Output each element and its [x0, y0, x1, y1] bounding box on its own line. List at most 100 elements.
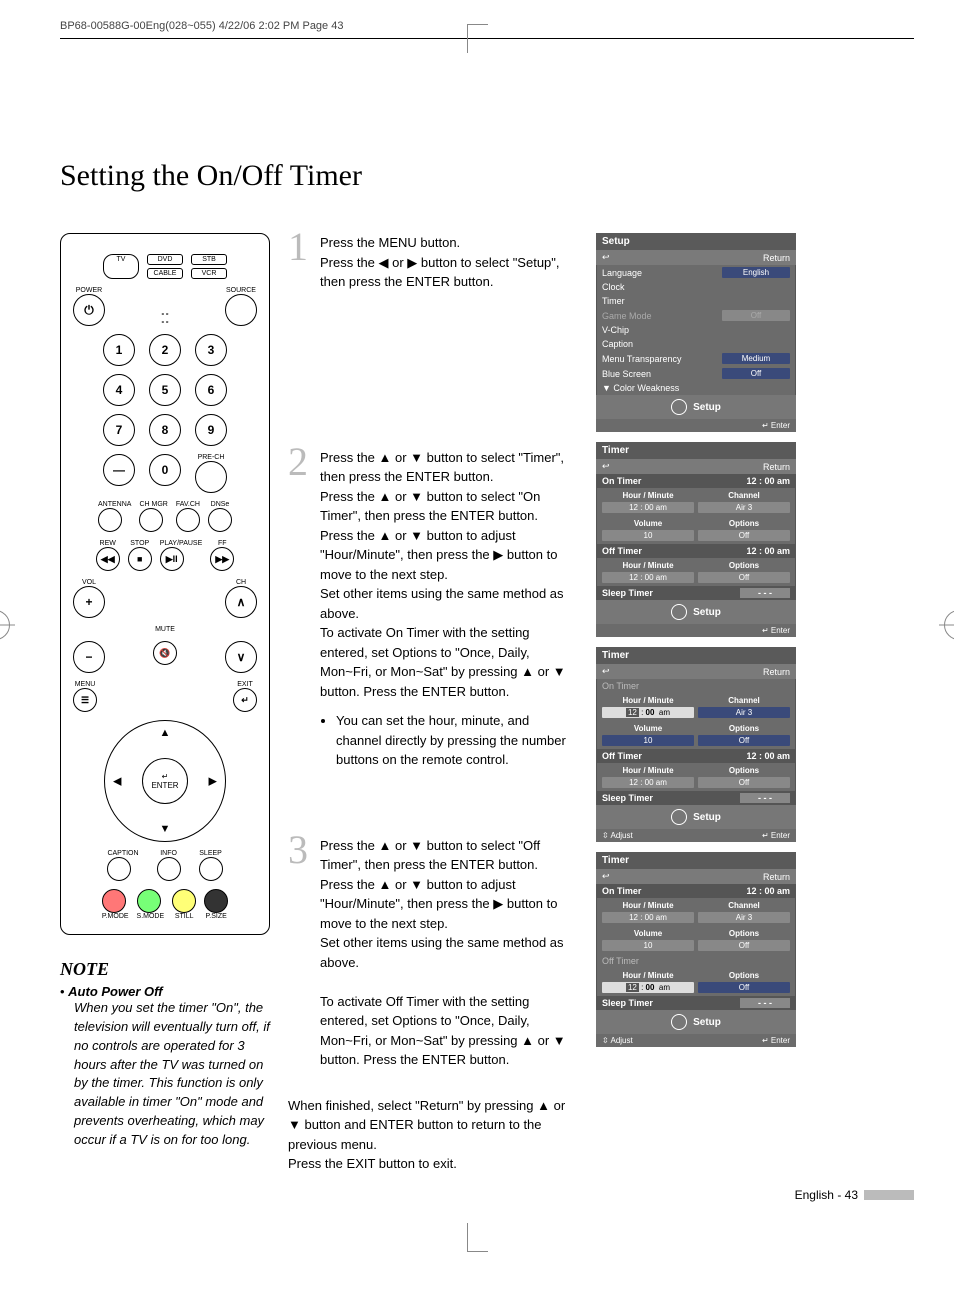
step-2: 2 Press the ▲ or ▼ button to select "Tim…	[288, 448, 578, 770]
osd-sleep: Sleep Timer	[602, 793, 653, 803]
antenna-label: ANTENNA	[98, 501, 131, 508]
osd-vol-val: 10	[602, 735, 694, 746]
step-1-num: 1	[288, 233, 312, 292]
rew-label: REW	[96, 540, 120, 547]
vol-up: +	[73, 586, 105, 618]
osd-hm2-hdr: Hour / Minute	[602, 561, 694, 570]
remote-control-diagram: TV DVD CABLE STB VCR POWER⏻ ∘∘∘∘ SOURCE …	[60, 233, 270, 935]
osd-enter-hint: Enter	[771, 626, 790, 635]
osd-blue-val: Off	[722, 368, 790, 379]
osd-timer-b: Timer ↩ Return On Timer Hour / Minute12 …	[596, 647, 796, 842]
power-label: POWER	[73, 287, 105, 294]
pmode-label: P.MODE	[102, 913, 129, 920]
osd-opt-val: Off	[698, 735, 790, 746]
registration-mark-right	[944, 610, 954, 640]
osd-opt-hdr: Options	[698, 929, 790, 938]
osd-return: Return	[763, 462, 790, 472]
osd-vol-hdr: Volume	[602, 724, 694, 733]
osd-timer-title: Timer	[596, 852, 796, 869]
down-arrow: ▼	[160, 823, 171, 835]
psize-button	[204, 889, 228, 913]
osd-clock: Clock	[602, 282, 625, 292]
osd-lang-val: English	[722, 267, 790, 278]
sleep-button	[199, 857, 223, 881]
osd-foot-setup: Setup	[693, 402, 721, 413]
osd-opt2-hdr: Options	[698, 971, 790, 980]
osd-trans-val: Medium	[722, 353, 790, 364]
osd-opt2-hdr: Options	[698, 561, 790, 570]
osd-opt-hdr: Options	[698, 724, 790, 733]
osd-timer-title: Timer	[596, 442, 796, 459]
osd-sleep: Sleep Timer	[602, 998, 653, 1008]
osd-sleep: Sleep Timer	[602, 588, 653, 598]
osd-adjust-hint: Adjust	[610, 831, 632, 840]
osd-color: ▼ Color Weakness	[602, 383, 679, 393]
osd-return: Return	[763, 667, 790, 677]
page-title: Setting the On/Off Timer	[60, 159, 914, 193]
step-3: 3 Press the ▲ or ▼ button to select "Off…	[288, 836, 578, 1070]
prech-label: PRE-CH	[195, 454, 227, 461]
exit-label: EXIT	[233, 681, 257, 688]
osd-hm2-val: 12 : 00 am	[602, 982, 694, 993]
info-button	[157, 857, 181, 881]
osd-hm-val: 12 : 00 am	[602, 707, 694, 718]
osd-enter-hint: Enter	[771, 421, 790, 430]
osd-opt-hdr: Options	[698, 519, 790, 528]
osd-vol-hdr: Volume	[602, 929, 694, 938]
menu-button: ☰	[73, 688, 97, 712]
osd-foot: Setup	[693, 607, 721, 618]
num-9: 9	[195, 414, 227, 446]
ch-label: CH	[225, 579, 257, 586]
osd-offtimer: Off Timer	[602, 751, 642, 761]
dnse-button	[208, 508, 232, 532]
step-1: 1 Press the MENU button. Press the ◀ or …	[288, 233, 578, 292]
osd-opt2-hdr: Options	[698, 766, 790, 775]
osd-ch-hdr: Channel	[698, 491, 790, 500]
osd-vol-val: 10	[602, 530, 694, 541]
crop-mark-bottom	[467, 1223, 488, 1252]
osd-hm-hdr: Hour / Minute	[602, 901, 694, 910]
play-label: PLAY/PAUSE	[160, 540, 203, 547]
prech-button	[195, 461, 227, 493]
finish-text: When finished, select "Return" by pressi…	[288, 1096, 578, 1174]
mute-button: 🔇	[153, 641, 177, 665]
info-label: INFO	[157, 850, 181, 857]
mute-label: MUTE	[155, 626, 175, 633]
num-3: 3	[195, 334, 227, 366]
psize-label: P.SIZE	[204, 913, 228, 920]
num-1: 1	[103, 334, 135, 366]
ch-up: ∧	[225, 586, 257, 618]
still-button	[172, 889, 196, 913]
osd-ch-val: Air 3	[698, 502, 790, 513]
osd-ontimer-val: 12 : 00 am	[746, 886, 790, 896]
num-7: 7	[103, 414, 135, 446]
smode-button	[137, 889, 161, 913]
gear-icon	[671, 1014, 687, 1030]
osd-return: Return	[763, 872, 790, 882]
favch-button	[176, 508, 200, 532]
osd-offtimer-val: 12 : 00 am	[746, 751, 790, 761]
enter-button: ↵ENTER	[142, 758, 188, 804]
osd-timer-a: Timer ↩ Return On Timer12 : 00 am Hour /…	[596, 442, 796, 637]
caption-button	[107, 857, 131, 881]
osd-foot: Setup	[693, 1017, 721, 1028]
dnse-label: DNSe	[208, 501, 232, 508]
osd-sleep-val: - - -	[740, 998, 790, 1008]
osd-sleep-val: - - -	[740, 588, 790, 598]
up-arrow: ▲	[160, 727, 171, 739]
osd-hm2-hdr: Hour / Minute	[602, 971, 694, 980]
source-label: SOURCE	[225, 287, 257, 294]
antenna-button	[98, 508, 122, 532]
num-5: 5	[149, 374, 181, 406]
osd-hm-val: 12 : 00 am	[602, 912, 694, 923]
play-button: ▶II	[160, 547, 184, 571]
num-0: 0	[149, 454, 181, 486]
osd-enter-hint: Enter	[771, 831, 790, 840]
gear-icon	[671, 604, 687, 620]
page-number: English - 43	[60, 1188, 914, 1202]
ff-button: ▶▶	[210, 547, 234, 571]
menu-label: MENU	[73, 681, 97, 688]
osd-return: ↩ Return	[596, 250, 796, 265]
exit-button: ↵	[233, 688, 257, 712]
osd-opt-val: Off	[698, 940, 790, 951]
